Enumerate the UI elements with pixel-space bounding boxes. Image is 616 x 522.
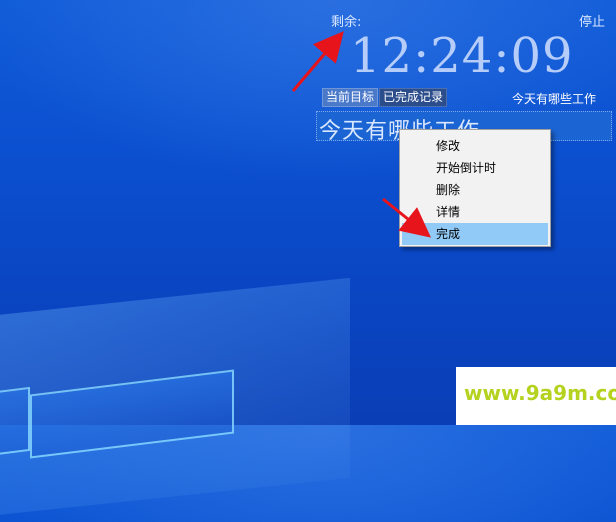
windows-logo-pane bbox=[0, 386, 30, 458]
arrow-to-remaining bbox=[291, 31, 344, 92]
countdown-clock: 12:24:09 bbox=[350, 28, 574, 84]
task-header: 今天有哪些工作 bbox=[512, 92, 597, 106]
menu-item-edit[interactable]: 修改 bbox=[402, 135, 548, 157]
menu-item-details[interactable]: 详情 bbox=[402, 201, 548, 223]
menu-item-start-countdown[interactable]: 开始倒计时 bbox=[402, 157, 548, 179]
context-menu: 修改 开始倒计时 删除 详情 完成 bbox=[399, 129, 551, 247]
tab-completed-records[interactable]: 已完成记录 bbox=[379, 88, 448, 107]
menu-item-complete[interactable]: 完成 bbox=[402, 223, 548, 245]
site-watermark: www.9a9m.com bbox=[456, 367, 616, 425]
stop-button[interactable]: 停止 bbox=[579, 11, 605, 30]
tab-current-goal[interactable]: 当前目标 bbox=[322, 88, 379, 107]
menu-item-delete[interactable]: 删除 bbox=[402, 179, 548, 201]
watermark-text: www.9a9m.com bbox=[464, 381, 616, 405]
